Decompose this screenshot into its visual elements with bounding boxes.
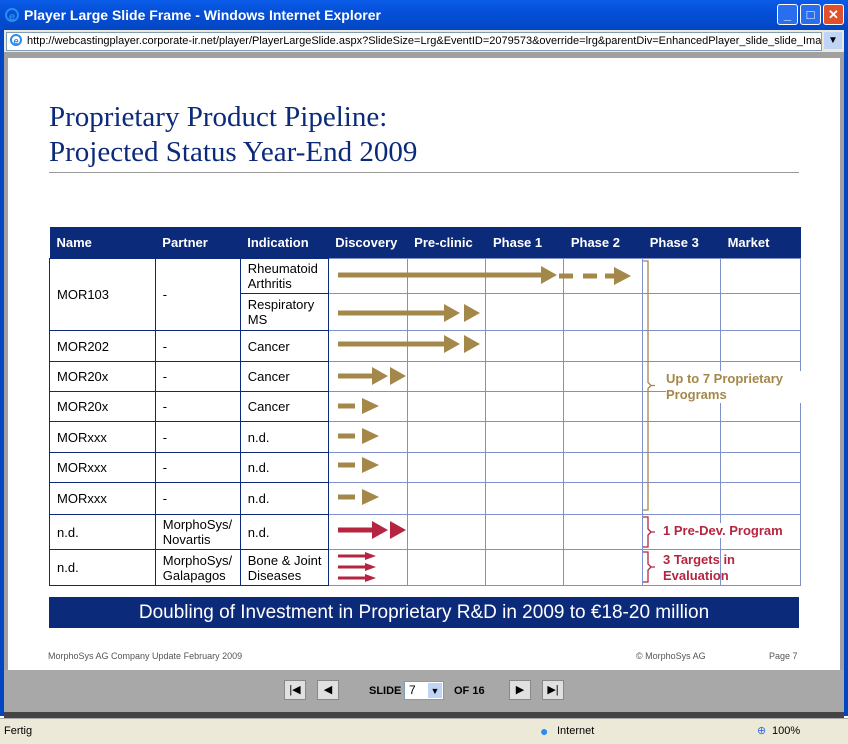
footer-left: MorphoSys AG Company Update February 200… [48,651,243,661]
arrow-head [362,457,379,473]
arrow-head [444,335,460,353]
slide-label: SLIDE [369,685,402,697]
annotation-predev: 1 Pre-Dev. Program [663,523,783,538]
arrow-head [372,521,388,539]
arrow-head [365,563,376,571]
arrow-shaft [338,373,372,379]
globe-icon: ● [540,723,549,739]
footer-copyright: © MorphoSys AG [636,651,706,661]
footer-page: Page 7 [769,651,798,661]
slide-count: OF 16 [454,685,485,697]
arrow-head [444,304,460,322]
arrow-head [372,367,388,385]
prev-slide-button[interactable]: ◀ [317,680,339,700]
bracket [643,516,655,548]
arrow-shaft [338,527,372,533]
arrow-head [464,304,480,322]
arrow-head [365,552,376,560]
arrow-shaft [338,576,365,580]
arrow-head [362,489,379,505]
arrow-head [541,266,557,284]
status-text: Fertig [4,725,33,737]
first-slide-button[interactable]: |◀ [284,680,306,700]
chevron-down-icon: ▼ [428,683,442,698]
next-slide-button[interactable]: ▶ [509,680,531,700]
arrow-head [390,367,406,385]
annotation-targets: 3 Targets in Evaluation [663,552,736,583]
bracket [643,260,655,511]
arrow-shaft [338,554,365,558]
arrow-head [362,398,379,414]
slide-banner: Doubling of Investment in Proprietary R&… [49,597,799,628]
arrow-head [614,267,631,285]
arrow-head [390,521,406,539]
arrow-shaft [338,403,355,409]
arrow-head [464,335,480,353]
annotation-proprietary: Up to 7 Proprietary Programs [666,371,801,403]
arrow-shaft [338,272,541,278]
arrow-shaft [338,565,365,569]
arrow-shaft [338,341,444,347]
arrow-shaft [338,310,444,316]
arrow-head [365,574,376,582]
status-bar: Fertig ● Internet ⊕ 100% [0,718,848,744]
slide-select-value: 7 [409,683,416,697]
security-zone: Internet [557,725,595,737]
arrow-shaft [338,433,355,439]
slide-select[interactable]: 7 ▼ [404,681,444,700]
bracket [643,551,655,583]
arrow-shaft [583,273,597,279]
arrow-shaft [559,273,573,279]
last-slide-button[interactable]: ▶| [542,680,564,700]
arrow-shaft [338,462,355,468]
arrow-head [362,428,379,444]
arrow-shaft [338,494,355,500]
zoom-level[interactable]: 100% [772,725,800,737]
zoom-icon: ⊕ [757,725,767,737]
